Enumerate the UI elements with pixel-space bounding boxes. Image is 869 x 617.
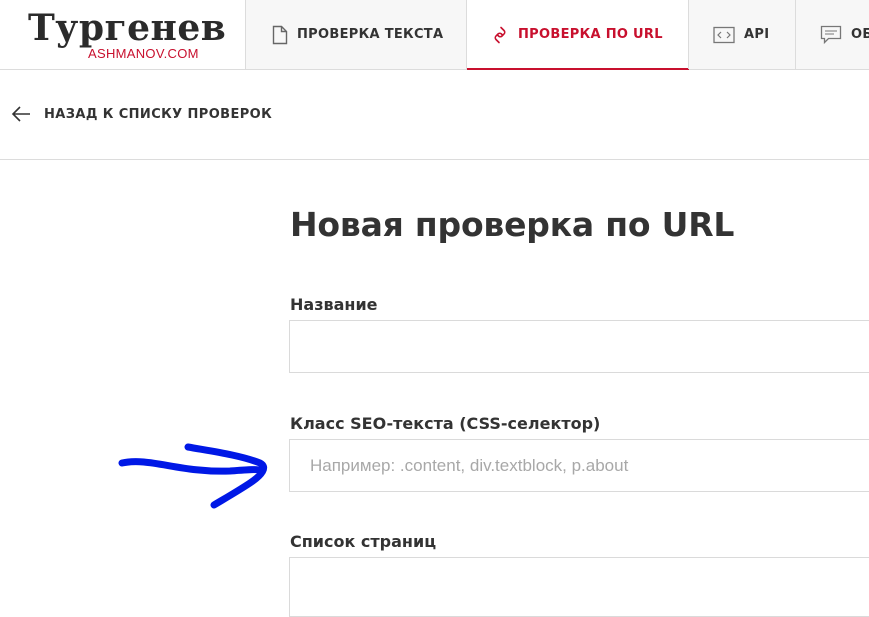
- page-list-field-label: Список страниц: [290, 532, 437, 551]
- tab-api[interactable]: API: [688, 0, 796, 69]
- logo-subtitle: ASHMANOV.COM: [88, 46, 199, 61]
- back-link-label: НАЗАД К СПИСКУ ПРОВЕРОК: [44, 106, 273, 122]
- logo[interactable]: Тургенев ASHMANOV.COM: [28, 8, 228, 64]
- logo-title: Тургенев: [28, 7, 227, 49]
- tab-text-check[interactable]: ПРОВЕРКА ТЕКСТА: [245, 0, 467, 69]
- arrow-left-icon: [10, 105, 32, 123]
- name-field-label: Название: [290, 295, 378, 314]
- comment-icon: [820, 25, 842, 45]
- name-input[interactable]: [289, 320, 869, 373]
- back-row: НАЗАД К СПИСКУ ПРОВЕРОК: [0, 70, 869, 160]
- css-selector-field-label: Класс SEO-текста (CSS-селектор): [290, 414, 601, 433]
- tab-label: ПРОВЕРКА ПО URL: [518, 27, 663, 42]
- page-title: Новая проверка по URL: [290, 205, 735, 244]
- tab-label: ОБ: [851, 27, 869, 42]
- document-icon: [272, 25, 288, 45]
- top-navigation-bar: Тургенев ASHMANOV.COM ПРОВЕРКА ТЕКСТА ПР…: [0, 0, 869, 70]
- tab-label: ПРОВЕРКА ТЕКСТА: [297, 27, 444, 42]
- code-icon: [713, 26, 735, 44]
- tab-url-check[interactable]: ПРОВЕРКА ПО URL: [466, 0, 689, 70]
- page-list-textarea[interactable]: [289, 557, 869, 617]
- tab-feedback[interactable]: ОБ: [795, 0, 869, 69]
- tab-label: API: [744, 27, 770, 42]
- css-selector-input[interactable]: [289, 439, 869, 492]
- link-icon: [491, 24, 509, 46]
- annotation-arrow-icon: [118, 443, 268, 509]
- back-to-list-link[interactable]: НАЗАД К СПИСКУ ПРОВЕРОК: [10, 105, 272, 123]
